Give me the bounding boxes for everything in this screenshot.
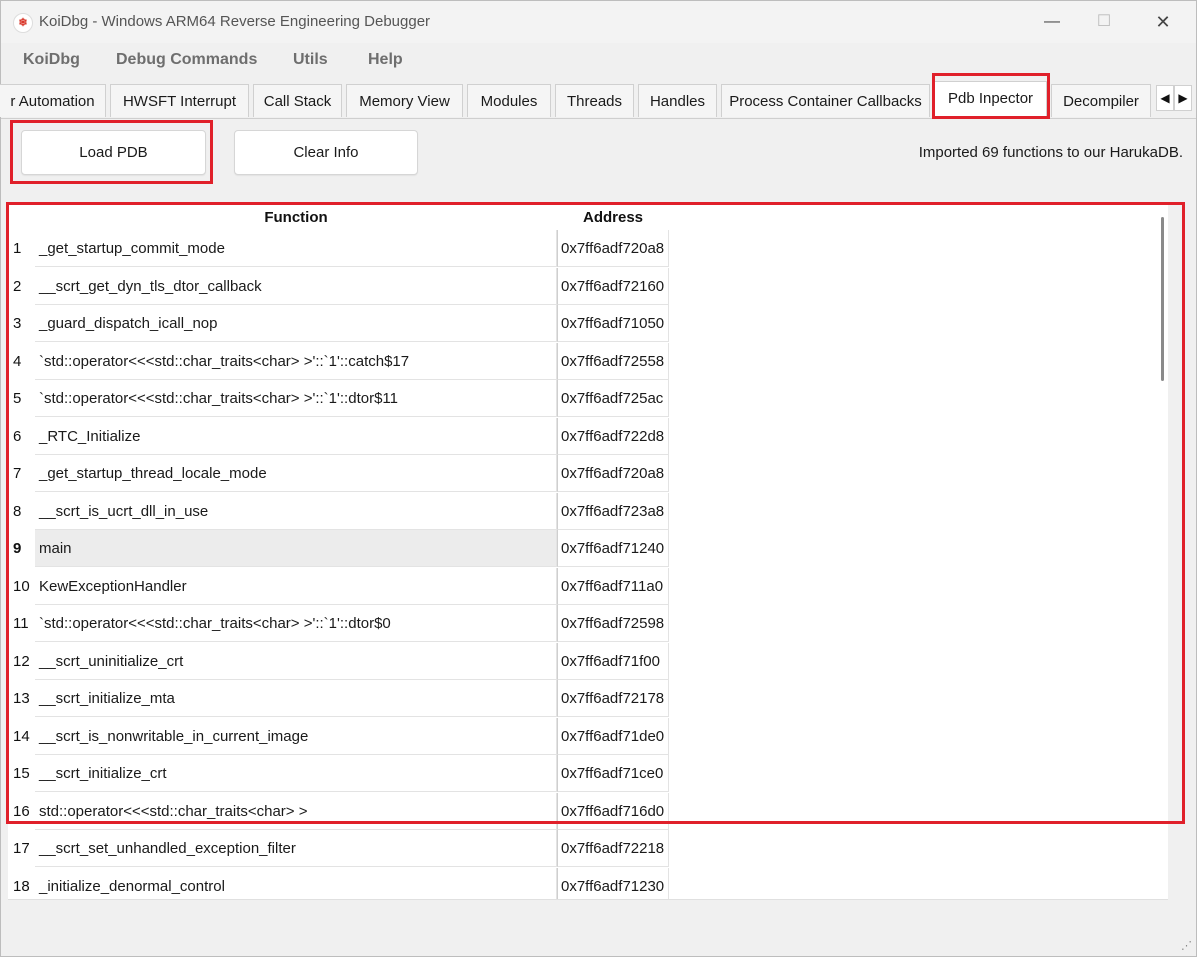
title-bar: ❄ KoiDbg - Windows ARM64 Reverse Enginee… — [1, 1, 1196, 43]
minimize-button[interactable]: — — [1029, 7, 1075, 37]
import-status-text: Imported 69 functions to our HarukaDB. — [918, 144, 1183, 161]
tab-call-stack[interactable]: Call Stack — [253, 84, 342, 117]
tab-process-container-callbacks[interactable]: Process Container Callbacks — [721, 84, 930, 117]
app-window: ❄ KoiDbg - Windows ARM64 Reverse Enginee… — [0, 0, 1197, 957]
function-cell[interactable]: __scrt_set_unhandled_exception_filter — [35, 830, 557, 867]
close-button[interactable]: ✕ — [1140, 7, 1186, 37]
table-row[interactable]: 18 _initialize_denormal_control 0x7ff6adf7… — [8, 867, 669, 899]
table-row[interactable]: 17 __scrt_set_unhandled_exception_filter 0… — [8, 830, 669, 867]
tab-scroll-left-icon[interactable]: ◀ — [1156, 85, 1174, 111]
tab-scroll-right-icon[interactable]: ▶ — [1174, 85, 1192, 111]
row-number: 18 — [13, 877, 30, 895]
tab-automation[interactable]: r Automation — [0, 84, 106, 117]
menu-debug-commands[interactable]: Debug Commands — [116, 51, 257, 69]
highlight-pdb-tab — [932, 73, 1050, 119]
address-cell[interactable]: 0x7ff6adf72218 — [557, 830, 669, 867]
highlight-load-pdb — [10, 120, 213, 184]
tab-hwsft-interrupt[interactable]: HWSFT Interrupt — [110, 84, 249, 117]
resize-grip-icon[interactable]: ⋰ — [1181, 939, 1192, 952]
tab-modules[interactable]: Modules — [467, 84, 551, 117]
row-number: 17 — [13, 840, 30, 857]
tab-decompiler[interactable]: Decompiler — [1051, 84, 1151, 117]
tab-handles[interactable]: Handles — [638, 84, 717, 117]
tab-threads[interactable]: Threads — [555, 84, 634, 117]
window-title: KoiDbg - Windows ARM64 Reverse Engineeri… — [39, 13, 431, 30]
menu-koidbg[interactable]: KoiDbg — [23, 51, 80, 69]
clear-info-button[interactable]: Clear Info — [234, 130, 418, 175]
address-cell[interactable]: 0x7ff6adf71230 — [557, 867, 669, 899]
menu-utils[interactable]: Utils — [293, 51, 328, 69]
menu-help[interactable]: Help — [368, 51, 403, 69]
tab-memory-view[interactable]: Memory View — [346, 84, 463, 117]
highlight-functions-table — [6, 202, 1185, 824]
app-logo-icon: ❄ — [13, 13, 33, 33]
function-cell[interactable]: _initialize_denormal_control — [35, 867, 557, 899]
maximize-button[interactable]: ☐ — [1081, 7, 1127, 37]
